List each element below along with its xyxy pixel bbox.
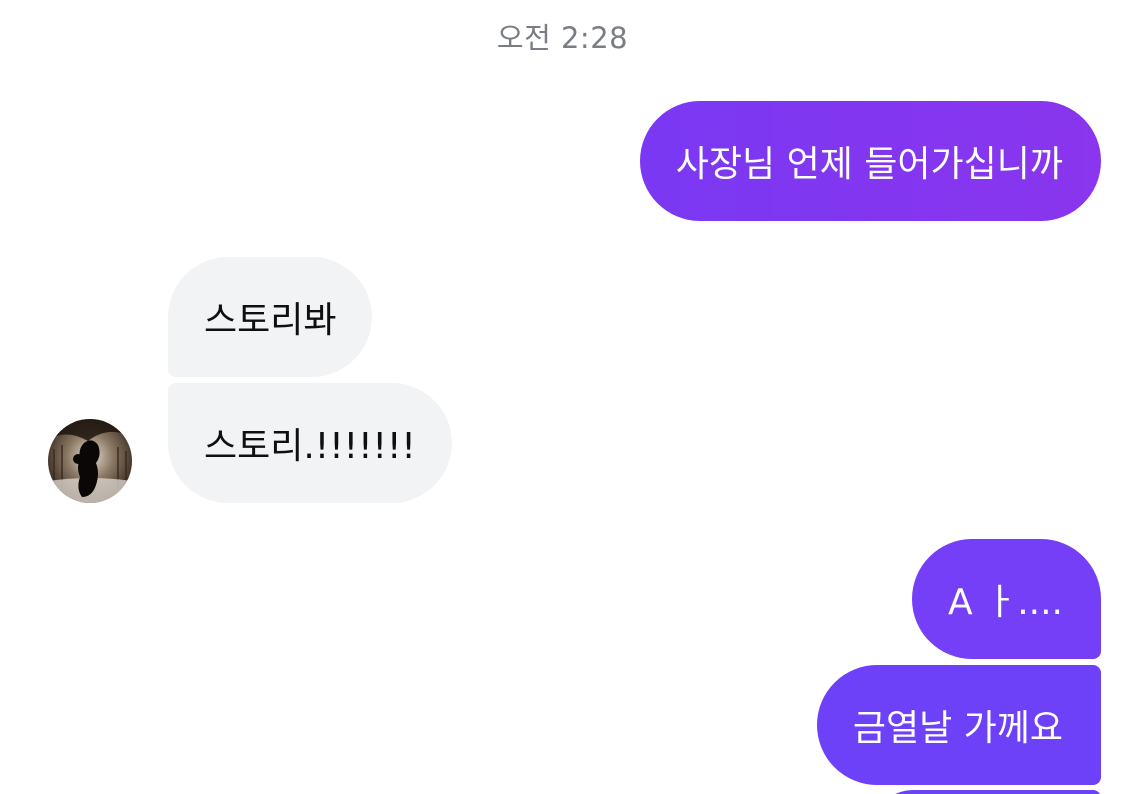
outgoing-message-bubble[interactable]: A ㅏ.... [912, 539, 1101, 659]
incoming-message-bubble[interactable]: 스토리.!!!!!!! [168, 383, 452, 503]
message-timestamp: 오전 2:28 [496, 21, 629, 55]
chat-thread: 오전 2:28 사장님 언제 들어가십니까 스토리봐 스토리.!!!!!!! A… [0, 0, 1125, 794]
contact-avatar[interactable] [48, 419, 132, 503]
outgoing-message-bubble[interactable]: 금열날 가께요 [816, 665, 1101, 785]
contact-avatar-photo-icon [48, 419, 132, 503]
incoming-message-bubble[interactable]: 스토리봐 [168, 257, 373, 377]
outgoing-message-bubble[interactable]: 사장님 언제 들어가십니까 [639, 101, 1101, 221]
outgoing-message-bubble[interactable] [873, 790, 1101, 794]
